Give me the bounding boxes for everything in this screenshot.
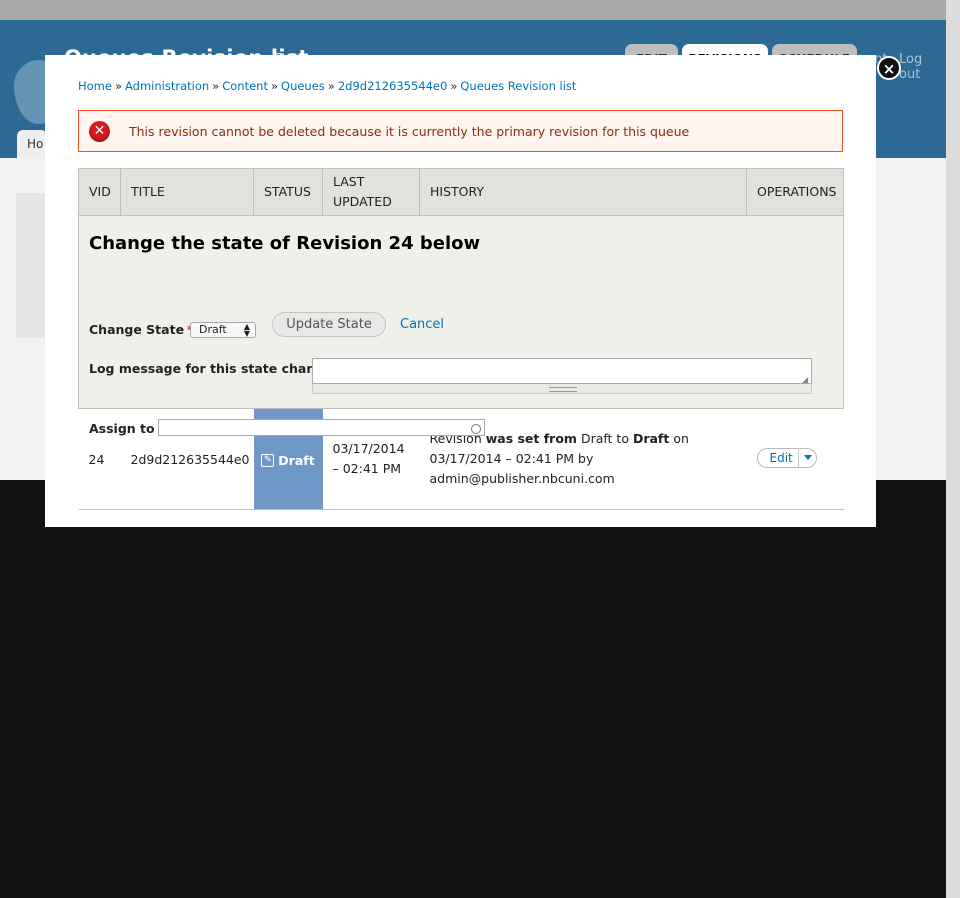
error-x-icon: ✕	[89, 121, 110, 142]
assign-to-input[interactable]	[158, 419, 485, 436]
column-header-vid[interactable]: VID	[78, 168, 121, 216]
revisions-table: VID TITLE STATUS LAST UPDATED HISTORY OP…	[78, 168, 844, 510]
breadcrumb-revision-list[interactable]: Queues Revision list	[460, 79, 576, 93]
column-header-status[interactable]: STATUS	[253, 168, 323, 216]
table-header-row: VID TITLE STATUS LAST UPDATED HISTORY OP…	[78, 168, 844, 216]
status-label: Draft	[278, 453, 315, 468]
breadcrumb-separator: »	[270, 79, 279, 93]
breadcrumb-content[interactable]: Content	[222, 79, 268, 93]
column-header-operations: OPERATIONS	[746, 168, 844, 216]
breadcrumb-administration[interactable]: Administration	[125, 79, 209, 93]
change-state-label-text: Change State	[89, 322, 185, 337]
browser-top-bar	[0, 0, 946, 20]
state-select[interactable]: Draft ▲ ▼	[190, 322, 256, 338]
history-bold: Draft	[632, 431, 670, 446]
error-message-box: ✕ This revision cannot be deleted becaus…	[78, 110, 843, 152]
autocomplete-throbber-icon	[471, 424, 481, 434]
resize-corner-icon[interactable]: ◢	[802, 375, 810, 384]
breadcrumb-queues[interactable]: Queues	[281, 79, 325, 93]
column-header-history: HISTORY	[419, 168, 747, 216]
log-message-label: Log message for this state change	[89, 361, 333, 376]
column-header-title[interactable]: TITLE	[120, 168, 254, 216]
edit-operation-link[interactable]: Edit	[770, 451, 793, 465]
dropbutton-divider	[797, 448, 799, 467]
state-change-form-row: Change the state of Revision 24 below Ch…	[78, 215, 844, 436]
update-state-button[interactable]: Update State	[272, 312, 386, 337]
history-text: Draft to	[576, 431, 633, 446]
log-message-textarea[interactable]	[312, 358, 812, 384]
cancel-link[interactable]: Cancel	[400, 317, 444, 332]
state-form-heading: Change the state of Revision 24 below	[89, 233, 481, 254]
error-message-text: This revision cannot be deleted because …	[129, 124, 690, 139]
breadcrumb-separator: »	[327, 79, 335, 93]
assign-to-label: Assign to	[89, 421, 155, 436]
textarea-grippie[interactable]	[312, 384, 812, 394]
state-select-value: Draft	[199, 323, 227, 336]
operations-dropbutton[interactable]: Edit	[756, 447, 817, 468]
select-arrows-icon: ▲ ▼	[243, 322, 250, 338]
breadcrumb-home[interactable]: Home	[78, 79, 112, 93]
pencil-edit-icon: ✎	[261, 454, 275, 467]
breadcrumb-queue-id[interactable]: 2d9d212635544e0	[338, 79, 447, 93]
breadcrumb-separator: »	[450, 79, 458, 93]
breadcrumb-separator: »	[212, 79, 220, 93]
breadcrumb-separator: »	[114, 79, 123, 93]
change-state-label: Change State*	[89, 322, 194, 337]
breadcrumb: Home» Administration» Content» Queues» 2d9d2…	[78, 79, 576, 93]
cell-operations: Edit	[746, 408, 844, 510]
close-icon[interactable]: ×	[877, 56, 901, 80]
state-change-form: Change the state of Revision 24 below Ch…	[78, 215, 844, 436]
chevron-down-icon[interactable]	[803, 454, 812, 460]
column-header-last-updated[interactable]: LAST UPDATED	[322, 168, 420, 216]
scrollbar-strip	[946, 0, 960, 898]
grip-lines-icon	[549, 387, 577, 392]
logout-link[interactable]: Log out	[899, 52, 946, 82]
history-bold: was set from	[485, 431, 577, 446]
nav-home-tab[interactable]: Ho	[17, 130, 47, 158]
